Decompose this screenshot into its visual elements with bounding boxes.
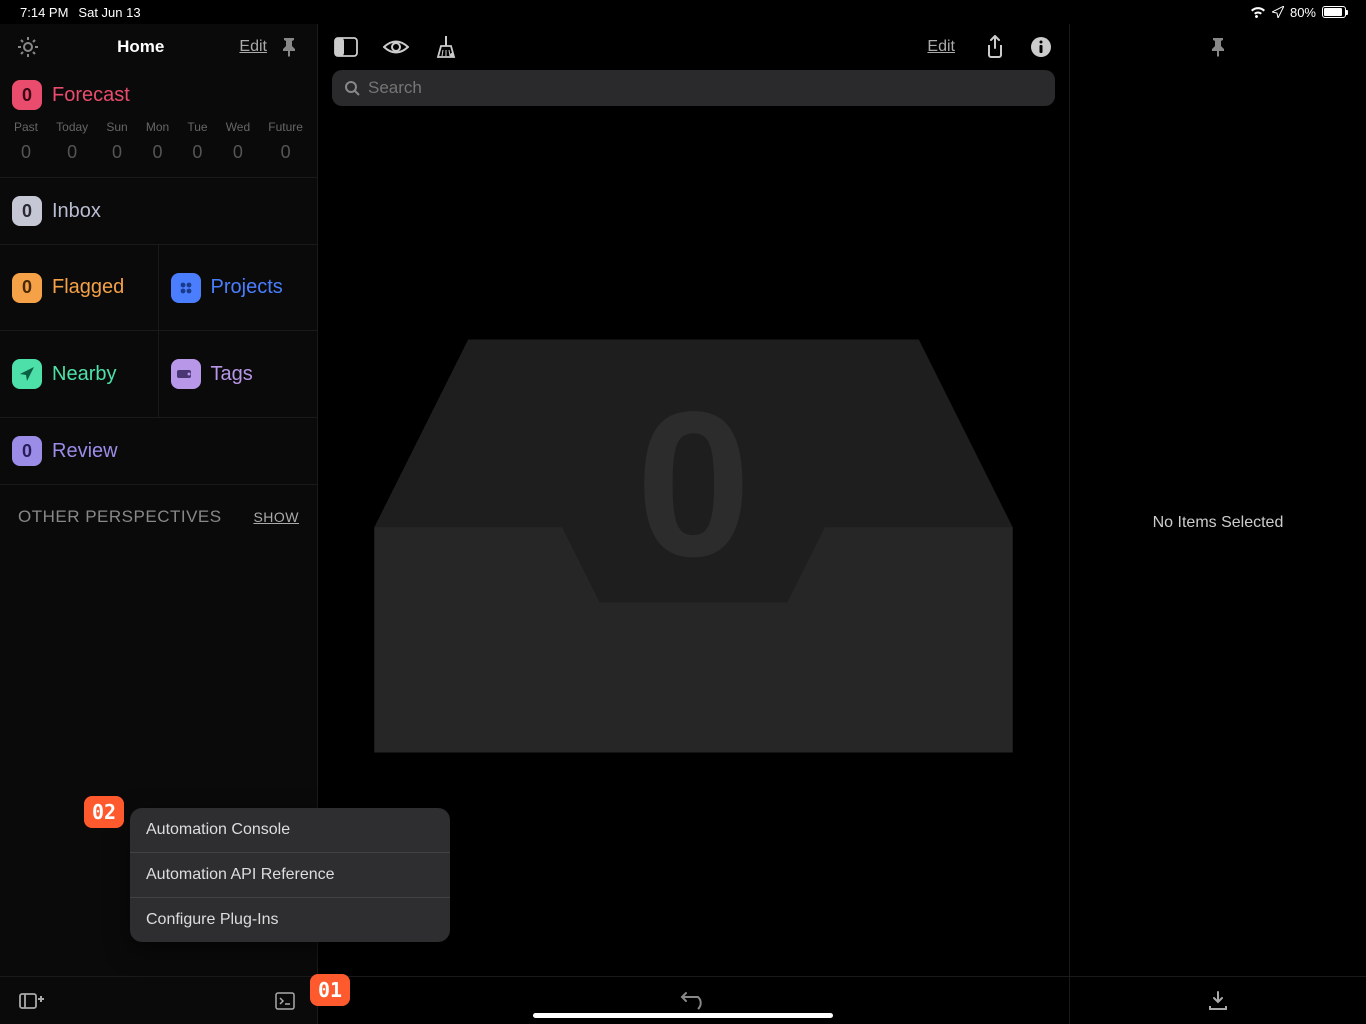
other-perspectives-label: OTHER PERSPECTIVES [18,507,222,527]
search-box[interactable] [332,70,1055,106]
nearby-label: Nearby [52,363,116,386]
sidebar-toggle-icon[interactable] [332,33,360,61]
inspector-bottom-toolbar [1070,976,1366,1024]
status-time: 7:14 PM [20,5,68,20]
forecast-label: Forecast [52,84,130,107]
tags-icon [171,359,201,389]
undo-icon[interactable] [680,987,708,1015]
forecast-day-future[interactable]: Future0 [268,120,303,163]
automation-popup-menu: Automation Console Automation API Refere… [130,808,450,942]
search-input[interactable] [368,78,1043,98]
tags-cell[interactable]: Tags [159,331,318,417]
forecast-day-sun[interactable]: Sun0 [106,120,127,163]
popup-item-configure-plugins[interactable]: Configure Plug-Ins [130,898,450,942]
view-icon[interactable] [382,33,410,61]
forecast-day-past[interactable]: Past0 [14,120,38,163]
info-icon[interactable] [1027,33,1055,61]
battery-icon [1322,6,1346,18]
console-icon[interactable] [271,987,299,1015]
review-badge: 0 [12,436,42,466]
wifi-icon [1250,6,1266,18]
middle-header: Edit [318,24,1069,70]
inspector-header [1070,24,1366,70]
flagged-badge: 0 [12,273,42,303]
share-icon[interactable] [981,33,1009,61]
inspector-pane: No Items Selected [1070,24,1366,1024]
annotation-marker-02: 02 [84,796,124,828]
location-icon [1272,6,1284,18]
pin-icon[interactable] [275,33,303,61]
review-section[interactable]: 0 Review [0,418,317,485]
inbox-badge: 0 [12,196,42,226]
sidebar-bottom-toolbar [0,976,317,1024]
cleanup-icon[interactable] [432,33,460,61]
sidebar-edit-button[interactable]: Edit [239,38,267,56]
forecast-day-mon[interactable]: Mon0 [146,120,169,163]
tags-label: Tags [211,363,253,386]
add-perspective-icon[interactable] [18,987,46,1015]
forecast-day-today[interactable]: Today0 [56,120,88,163]
other-perspectives-section: OTHER PERSPECTIVES SHOW [0,485,317,549]
review-label: Review [52,440,118,463]
forecast-section[interactable]: 0 Forecast Past0 Today0 Sun0 Mon0 Tue0 W… [0,70,317,178]
forecast-day-tue[interactable]: Tue0 [187,120,207,163]
show-button[interactable]: SHOW [253,509,299,525]
flagged-cell[interactable]: 0 Flagged [0,245,159,331]
inbox-section[interactable]: 0 Inbox [0,178,317,245]
status-bar: 7:14 PM Sat Jun 13 80% [0,0,1366,24]
flagged-label: Flagged [52,276,124,299]
battery-percent: 80% [1290,5,1316,20]
projects-icon [171,273,201,303]
sidebar-header: Home Edit [0,24,317,70]
forecast-days: Past0 Today0 Sun0 Mon0 Tue0 Wed0 Future0 [12,120,305,163]
perspective-grid: 0 Flagged Projects Nearby Tags [0,245,317,418]
inbox-label: Inbox [52,200,101,223]
nearby-icon [12,359,42,389]
middle-edit-button[interactable]: Edit [927,38,955,56]
projects-label: Projects [211,276,283,299]
inspector-pin-icon[interactable] [1204,33,1232,61]
projects-cell[interactable]: Projects [159,245,318,331]
sidebar-title: Home [42,37,239,57]
status-date: Sat Jun 13 [78,5,140,20]
no-items-label: No Items Selected [1070,70,1366,976]
svg-text:0: 0 [636,368,751,599]
annotation-marker-01: 01 [310,974,350,1006]
settings-icon[interactable] [14,33,42,61]
home-indicator[interactable] [533,1013,833,1018]
popup-item-automation-console[interactable]: Automation Console [130,808,450,853]
nearby-cell[interactable]: Nearby [0,331,159,417]
forecast-day-wed[interactable]: Wed0 [226,120,250,163]
download-icon[interactable] [1204,987,1232,1015]
popup-item-api-reference[interactable]: Automation API Reference [130,853,450,898]
search-icon [344,80,360,96]
forecast-badge: 0 [12,80,42,110]
